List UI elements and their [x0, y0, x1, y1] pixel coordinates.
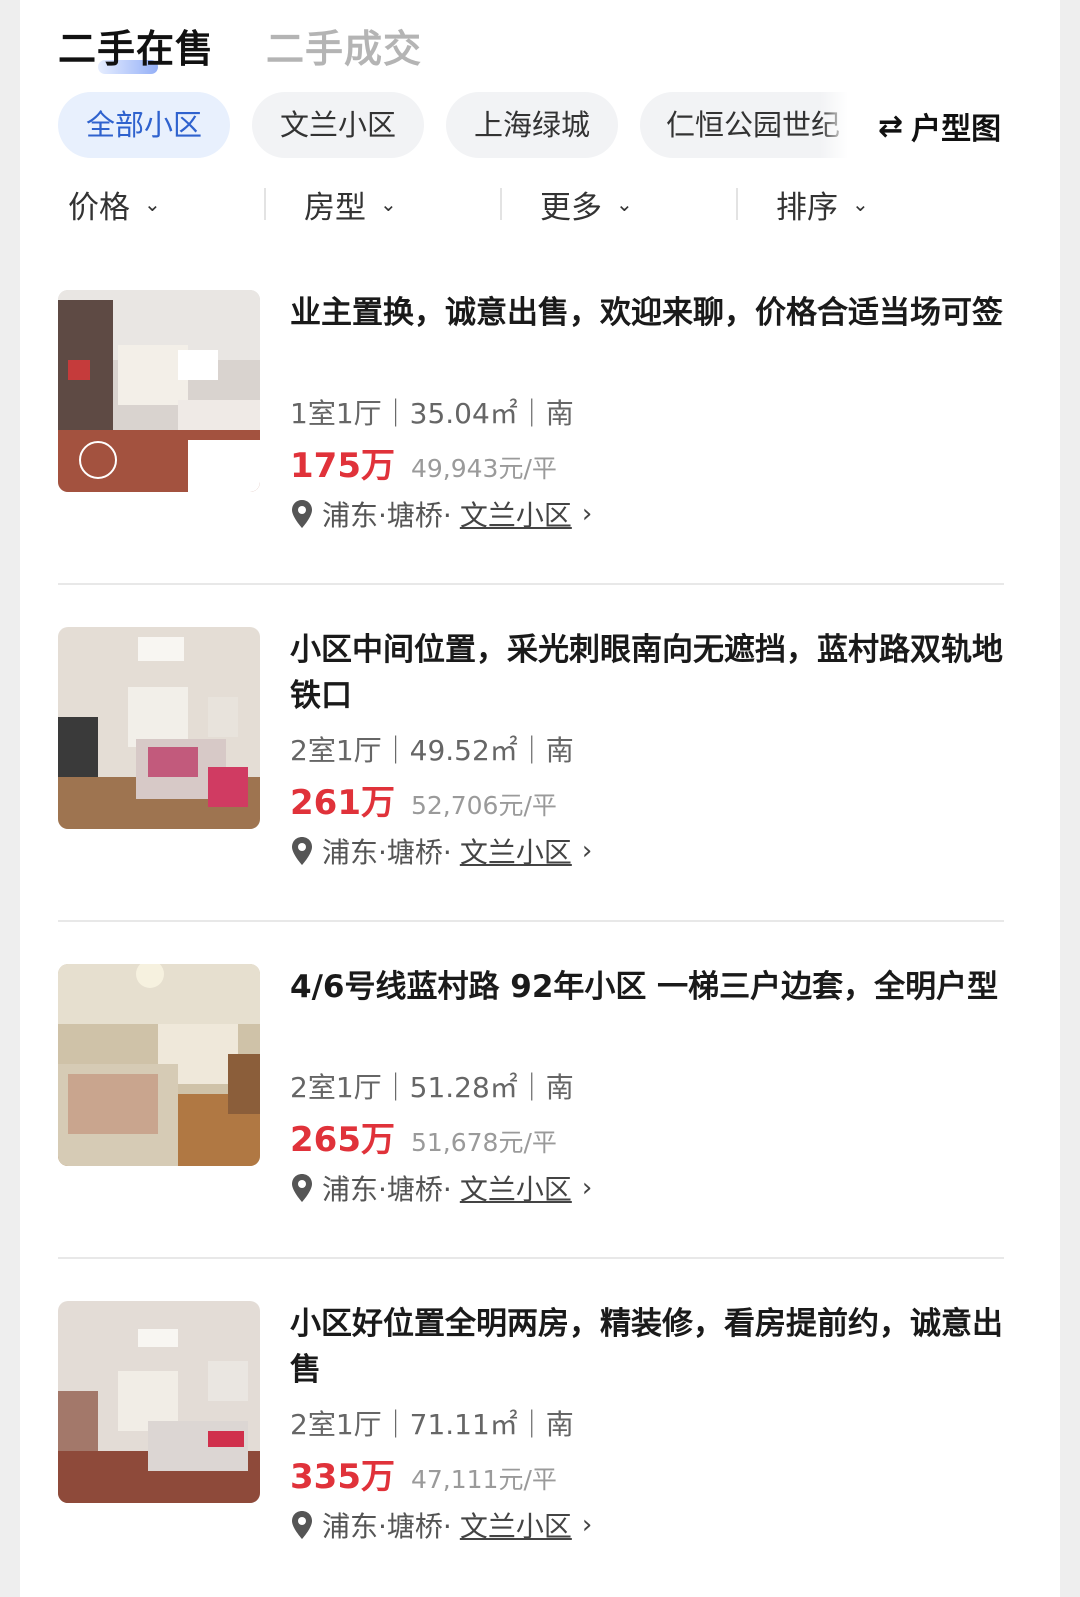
- listing-card[interactable]: 小区好位置全明两房，精装修，看房提前约，诚意出售 2室1厅｜71.11㎡｜南 3…: [58, 1301, 1008, 1571]
- filter-bar: 价格 ⌄ 房型 ⌄ 更多 ⌄ 排序 ⌄: [20, 176, 1060, 232]
- chevron-right-icon: ›: [581, 836, 593, 866]
- listing-total-price: 175万: [290, 446, 395, 486]
- swap-arrows-icon: ⇄: [878, 108, 904, 144]
- listing-price-row: 335万 47,111元/平: [290, 1449, 557, 1498]
- filter-divider: [264, 188, 266, 220]
- chevron-right-icon: ›: [581, 499, 593, 529]
- floorplan-label: 户型图: [911, 112, 1002, 147]
- chevron-down-icon: ⌄: [852, 192, 869, 216]
- listing-specs: 2室1厅｜51.28㎡｜南: [290, 1071, 574, 1104]
- listing-unit-price: 51,678元/平: [410, 1128, 557, 1157]
- listing-community-link[interactable]: 文兰小区: [460, 831, 572, 871]
- listing-photo[interactable]: [58, 290, 260, 492]
- chevron-down-icon: ⌄: [380, 192, 397, 216]
- listing-community-link[interactable]: 文兰小区: [460, 1168, 572, 1208]
- listing-unit-price: 49,943元/平: [410, 454, 557, 483]
- listing-photo[interactable]: [58, 964, 260, 1166]
- listing-price-row: 175万 49,943元/平: [290, 438, 557, 487]
- community-chip-row: 全部小区 文兰小区 上海绿城 仁恒公园世纪: [58, 92, 848, 158]
- listing-community-link[interactable]: 文兰小区: [460, 494, 572, 534]
- filter-room-type-label: 房型: [304, 189, 366, 226]
- listing-location[interactable]: 浦东·塘桥· 文兰小区 ›: [290, 1168, 592, 1208]
- right-edge-shade: [1060, 0, 1080, 1597]
- chip-renheng-park[interactable]: 仁恒公园世纪: [640, 92, 848, 158]
- left-edge-shade: [0, 0, 20, 1597]
- listing-total-price: 265万: [290, 1120, 395, 1160]
- listing-card[interactable]: 4/6号线蓝村路 92年小区 一梯三户边套，全明户型 2室1厅｜51.28㎡｜南…: [58, 964, 1008, 1234]
- listing-district: 浦东·塘桥·: [322, 1510, 452, 1543]
- listing-specs: 1室1厅｜35.04㎡｜南: [290, 397, 574, 430]
- tab-sold[interactable]: 二手成交: [266, 18, 422, 73]
- chevron-down-icon: ⌄: [616, 192, 633, 216]
- listing-photo[interactable]: [58, 627, 260, 829]
- filter-divider: [500, 188, 502, 220]
- listing-page: 二手在售 二手成交 全部小区 文兰小区 上海绿城 仁恒公园世纪 ⇄ 户型图 价格…: [0, 0, 1080, 1597]
- listing-price-row: 261万 52,706元/平: [290, 775, 557, 824]
- listing-price-row: 265万 51,678元/平: [290, 1112, 557, 1161]
- listing-divider: [58, 920, 1004, 922]
- listing-unit-price: 52,706元/平: [410, 791, 557, 820]
- filter-room-type[interactable]: 房型 ⌄: [304, 176, 397, 232]
- location-pin-icon: [292, 1511, 312, 1539]
- listing-community-link[interactable]: 文兰小区: [460, 1505, 572, 1545]
- listing-district: 浦东·塘桥·: [322, 836, 452, 869]
- chip-shanghai-lvcheng[interactable]: 上海绿城: [446, 92, 618, 158]
- location-pin-icon: [292, 1174, 312, 1202]
- filter-sort-label: 排序: [776, 189, 838, 226]
- chip-wenlan[interactable]: 文兰小区: [252, 92, 424, 158]
- listing-title: 小区中间位置，采光刺眼南向无遮挡，蓝村路双轨地铁口: [290, 632, 1003, 714]
- listing-location[interactable]: 浦东·塘桥· 文兰小区 ›: [290, 494, 592, 534]
- filter-sort[interactable]: 排序 ⌄: [776, 176, 869, 232]
- chip-row-fade: [820, 92, 848, 158]
- listing-title: 4/6号线蓝村路 92年小区 一梯三户边套，全明户型: [290, 969, 999, 1005]
- listing-card[interactable]: 业主置换，诚意出售，欢迎来聊，价格合适当场可签 1室1厅｜35.04㎡｜南 17…: [58, 290, 1008, 560]
- listing-total-price: 261万: [290, 783, 395, 823]
- listing-specs: 2室1厅｜71.11㎡｜南: [290, 1408, 574, 1441]
- filter-divider: [736, 188, 738, 220]
- filter-more-label: 更多: [540, 189, 602, 226]
- listing-divider: [58, 583, 1004, 585]
- chevron-down-icon: ⌄: [144, 192, 161, 216]
- listing-district: 浦东·塘桥·: [322, 1173, 452, 1206]
- listing-location[interactable]: 浦东·塘桥· 文兰小区 ›: [290, 1505, 592, 1545]
- location-pin-icon: [292, 500, 312, 528]
- location-pin-icon: [292, 837, 312, 865]
- tab-on-sale[interactable]: 二手在售: [58, 18, 214, 73]
- listing-card[interactable]: 小区中间位置，采光刺眼南向无遮挡，蓝村路双轨地铁口 2室1厅｜49.52㎡｜南 …: [58, 627, 1008, 897]
- listing-unit-price: 47,111元/平: [410, 1465, 557, 1494]
- listing-total-price: 335万: [290, 1457, 395, 1497]
- filter-price-label: 价格: [68, 189, 130, 226]
- filter-more[interactable]: 更多 ⌄: [540, 176, 633, 232]
- listing-district: 浦东·塘桥·: [322, 499, 452, 532]
- chevron-right-icon: ›: [581, 1173, 593, 1203]
- floorplan-button[interactable]: ⇄ 户型图: [878, 104, 1001, 148]
- listing-title: 小区好位置全明两房，精装修，看房提前约，诚意出售: [290, 1306, 1003, 1388]
- chip-all-communities[interactable]: 全部小区: [58, 92, 230, 158]
- listing-specs: 2室1厅｜49.52㎡｜南: [290, 734, 574, 767]
- listing-location[interactable]: 浦东·塘桥· 文兰小区 ›: [290, 831, 592, 871]
- listing-title: 业主置换，诚意出售，欢迎来聊，价格合适当场可签: [290, 295, 1003, 331]
- filter-price[interactable]: 价格 ⌄: [68, 176, 161, 232]
- listing-divider: [58, 1257, 1004, 1259]
- chevron-right-icon: ›: [581, 1510, 593, 1540]
- listing-photo[interactable]: [58, 1301, 260, 1503]
